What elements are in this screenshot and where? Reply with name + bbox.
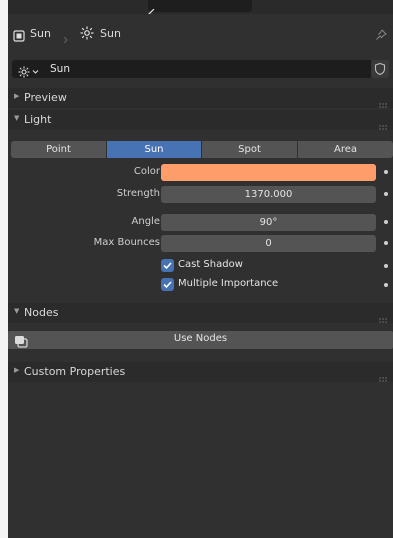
- object-icon: [13, 27, 25, 46]
- drag-grip-icon[interactable]: [379, 368, 387, 382]
- drag-grip-icon[interactable]: [379, 94, 387, 108]
- use-nodes-label: Use Nodes: [173, 333, 228, 344]
- pin-icon[interactable]: [375, 26, 387, 45]
- angle-row: Angle 90°: [8, 214, 393, 232]
- max-bounces-field[interactable]: 0: [161, 235, 376, 252]
- header-strip: [8, 0, 393, 16]
- light-datablock-selector: Sun: [8, 58, 393, 80]
- use-nodes-button[interactable]: Use Nodes: [8, 331, 393, 349]
- header-slot: [148, 0, 252, 12]
- tab-spot[interactable]: Spot: [202, 141, 297, 158]
- section-light[interactable]: ▼ Light: [8, 110, 393, 130]
- strength-field[interactable]: 1370.000: [161, 186, 376, 203]
- multiple-importance-label[interactable]: Multiple Importance: [178, 278, 278, 289]
- tab-sun[interactable]: Sun: [107, 141, 201, 158]
- keyframe-dot-icon[interactable]: [384, 170, 388, 174]
- multiple-importance-row: Multiple Importance: [8, 277, 393, 295]
- keyframe-dot-icon[interactable]: [384, 192, 388, 196]
- collapsed-arrow-icon: ▶: [14, 366, 20, 374]
- sun-light-icon: [80, 25, 94, 44]
- chevron-right-icon: [63, 29, 69, 48]
- strength-row: Strength 1370.000: [8, 186, 393, 204]
- color-swatch[interactable]: [161, 164, 376, 181]
- keyframe-dot-icon[interactable]: [384, 220, 388, 224]
- datablock-name-field[interactable]: Sun: [12, 60, 372, 78]
- angle-field[interactable]: 90°: [161, 214, 376, 231]
- expanded-arrow-icon: ▼: [14, 114, 20, 122]
- expanded-arrow-icon: ▼: [14, 307, 20, 315]
- section-preview[interactable]: ▶ Preview: [8, 88, 393, 108]
- keyframe-dot-icon[interactable]: [384, 264, 388, 268]
- fake-user-shield-icon[interactable]: [371, 60, 389, 78]
- keyframe-dot-icon[interactable]: [384, 283, 388, 287]
- strength-label: Strength: [116, 188, 160, 199]
- breadcrumb-object-name[interactable]: Sun: [30, 27, 51, 40]
- cast-shadow-checkbox[interactable]: [161, 259, 174, 272]
- angle-label: Angle: [131, 216, 160, 227]
- drag-grip-icon[interactable]: [379, 309, 387, 323]
- breadcrumb: Sun Sun: [8, 14, 393, 52]
- collapsed-arrow-icon: ▶: [14, 92, 20, 100]
- mouse-cursor-icon: [147, 0, 156, 16]
- section-custom-properties[interactable]: ▶ Custom Properties: [8, 362, 393, 382]
- max-bounces-label: Max Bounces: [93, 237, 160, 248]
- datablock-name[interactable]: Sun: [50, 63, 70, 75]
- cast-shadow-row: Cast Shadow: [8, 258, 393, 276]
- tab-point[interactable]: Point: [11, 141, 106, 158]
- drag-grip-icon[interactable]: [379, 116, 387, 130]
- color-row: Color: [8, 164, 393, 182]
- chevron-down-icon: [32, 70, 39, 74]
- section-nodes[interactable]: ▼ Nodes: [8, 303, 393, 323]
- section-custom-properties-title: Custom Properties: [24, 365, 126, 378]
- multiple-importance-checkbox[interactable]: [161, 278, 174, 291]
- properties-panel: Sun Sun Sun ▶ Preview ▼ Light Point Sun …: [8, 0, 393, 538]
- color-label: Color: [133, 166, 160, 177]
- section-light-title: Light: [24, 113, 52, 126]
- cast-shadow-label[interactable]: Cast Shadow: [178, 259, 243, 270]
- breadcrumb-light-name[interactable]: Sun: [100, 27, 121, 40]
- max-bounces-row: Max Bounces 0: [8, 235, 393, 253]
- keyframe-dot-icon[interactable]: [384, 241, 388, 245]
- section-nodes-title: Nodes: [24, 306, 59, 319]
- light-type-tabs: Point Sun Spot Area: [11, 141, 393, 158]
- section-preview-title: Preview: [24, 91, 67, 104]
- datablock-type-dropdown[interactable]: [18, 63, 44, 82]
- tab-area[interactable]: Area: [298, 141, 393, 158]
